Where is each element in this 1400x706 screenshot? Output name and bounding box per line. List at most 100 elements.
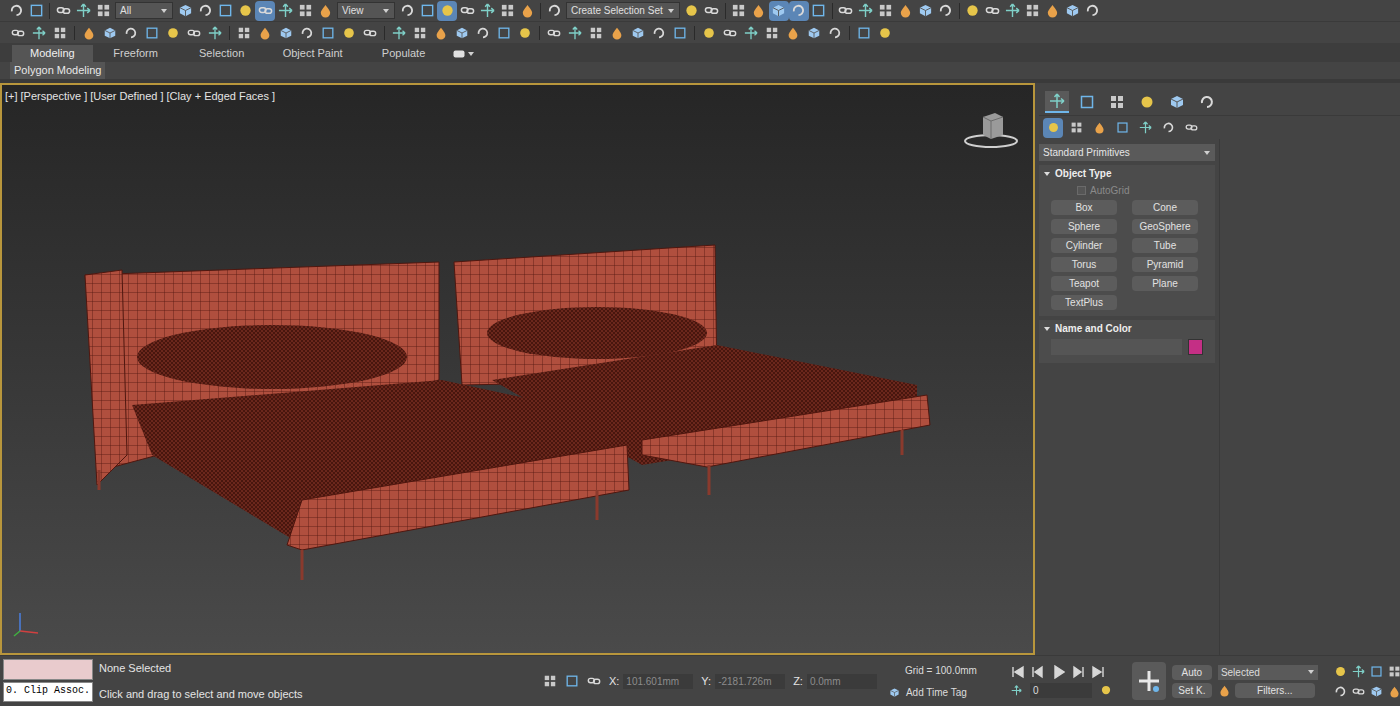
nav-button[interactable] (1388, 664, 1400, 678)
toolbar-button[interactable] (457, 1, 477, 21)
toolbar-button[interactable] (255, 1, 275, 21)
command-subtab[interactable] (1066, 118, 1086, 138)
set-key-mode-button[interactable]: Set K. (1172, 683, 1212, 698)
toolbar-button[interactable] (339, 23, 359, 42)
ribbon-tab[interactable]: Populate (361, 45, 447, 62)
viewport-menu-label[interactable]: [Perspective ] (21, 88, 88, 105)
ribbon-tab[interactable]: Modeling (12, 45, 93, 62)
toolbar-button[interactable] (195, 1, 215, 21)
toolbar-button[interactable] (1063, 1, 1083, 21)
toolbar-button[interactable] (856, 1, 876, 21)
toolbar-button[interactable] (1043, 1, 1063, 21)
toolbar-button[interactable] (854, 23, 874, 42)
primitive-button[interactable]: Cylinder (1051, 238, 1117, 253)
toolbar-button[interactable] (275, 1, 295, 21)
toolbar-button[interactable] (628, 23, 648, 42)
nav-button[interactable] (1352, 684, 1366, 698)
toolbar-button[interactable] (53, 1, 73, 21)
viewport-label[interactable]: [+][Perspective ][User Defined ][Clay + … (5, 88, 275, 105)
toolbar-button[interactable] (544, 1, 564, 21)
viewport[interactable]: [+][Perspective ][User Defined ][Clay + … (0, 83, 1035, 655)
toolbar-button[interactable] (769, 1, 789, 21)
ribbon-tab[interactable]: Selection (179, 45, 265, 62)
toolbar-button[interactable] (417, 1, 437, 21)
toolbar-button[interactable] (79, 23, 99, 42)
rollout-header[interactable]: Object Type (1039, 165, 1215, 182)
nav-button[interactable] (1370, 664, 1384, 678)
primitive-button[interactable]: Box (1051, 200, 1117, 215)
autogrid-checkbox[interactable]: AutoGrid (1077, 182, 1203, 198)
ribbon-tab[interactable]: Freeform (93, 45, 179, 62)
toolbar-button[interactable] (297, 23, 317, 42)
toolbar-button[interactable] (762, 23, 782, 42)
toolbar-button[interactable] (73, 1, 93, 21)
playback-icon[interactable] (1011, 665, 1025, 679)
toolbar-button[interactable] (360, 23, 380, 42)
primitive-button[interactable]: Torus (1051, 257, 1117, 272)
command-tab[interactable] (1045, 91, 1069, 113)
primitive-button[interactable]: Plane (1132, 276, 1198, 291)
toolbar-dropdown[interactable]: All (115, 2, 173, 19)
toolbar-button[interactable] (494, 23, 514, 42)
nav-button[interactable] (1370, 684, 1384, 698)
ribbon-tab[interactable]: Object Paint (265, 45, 361, 62)
toolbar-button[interactable] (295, 1, 315, 21)
toolbar-button[interactable] (783, 23, 803, 42)
primitive-button[interactable]: TextPlus (1051, 295, 1117, 310)
toolbar-button[interactable] (983, 1, 1003, 21)
toolbar-button[interactable] (389, 23, 409, 42)
toolbar-button[interactable] (50, 23, 70, 42)
viewcube-icon[interactable] (961, 109, 1021, 149)
primitive-button[interactable]: Cone (1132, 200, 1198, 215)
key-filter-dropdown[interactable]: Selected (1218, 665, 1318, 680)
toolbar-button[interactable] (720, 23, 740, 42)
command-subtab[interactable] (1089, 118, 1109, 138)
primitive-button[interactable]: Pyramid (1132, 257, 1198, 272)
toolbar-button[interactable] (517, 1, 537, 21)
command-tab[interactable] (1075, 91, 1099, 113)
toolbar-button[interactable] (586, 23, 606, 42)
toolbar-button[interactable] (741, 23, 761, 42)
command-tab[interactable] (1135, 91, 1159, 113)
auto-key-button[interactable]: Auto (1172, 665, 1212, 680)
toolbar-button[interactable] (276, 23, 296, 42)
add-time-tag[interactable]: Add Time Tag (889, 685, 977, 700)
toolbar-button[interactable] (235, 1, 255, 21)
command-subtab[interactable] (1112, 118, 1132, 138)
toolbar-button[interactable] (876, 1, 896, 21)
command-tab[interactable] (1165, 91, 1189, 113)
toolbar-button[interactable] (315, 1, 335, 21)
toolbar-button[interactable] (1003, 1, 1023, 21)
toolbar-button[interactable] (565, 23, 585, 42)
primitive-button[interactable]: Tube (1132, 238, 1198, 253)
toolbar-button[interactable] (649, 23, 669, 42)
listener-input[interactable] (3, 659, 93, 680)
toolbar-button[interactable] (452, 23, 472, 42)
toolbar-button[interactable] (1083, 1, 1103, 21)
toolbar-button[interactable] (255, 23, 275, 42)
toolbar-button[interactable] (825, 23, 845, 42)
command-subtab[interactable] (1043, 118, 1063, 138)
command-tab[interactable] (1195, 91, 1219, 113)
toolbar-button[interactable] (205, 23, 225, 42)
toolbar-button[interactable] (809, 1, 829, 21)
toolbar-button[interactable] (836, 1, 856, 21)
toolbar-button[interactable] (100, 23, 120, 42)
filters-button[interactable]: Filters... (1235, 683, 1315, 698)
rollout-header[interactable]: Name and Color (1039, 320, 1215, 337)
primitive-button[interactable]: GeoSphere (1132, 219, 1198, 234)
toolbar-button[interactable] (29, 23, 49, 42)
toolbar-button[interactable] (804, 23, 824, 42)
nav-button[interactable] (1334, 684, 1348, 698)
toolbar-button[interactable] (749, 1, 769, 21)
toolbar-button[interactable] (896, 1, 916, 21)
color-swatch[interactable] (1188, 339, 1203, 355)
coordinate-field[interactable]: Y:-2181.726m (701, 673, 785, 690)
toolbar-dropdown[interactable]: Create Selection Set (566, 2, 680, 19)
command-subtab[interactable] (1135, 118, 1155, 138)
toolbar-button[interactable] (1023, 1, 1043, 21)
command-subtab[interactable] (1181, 118, 1201, 138)
command-tab[interactable] (1105, 91, 1129, 113)
toolbar-button[interactable] (121, 23, 141, 42)
toolbar-button[interactable] (729, 1, 749, 21)
